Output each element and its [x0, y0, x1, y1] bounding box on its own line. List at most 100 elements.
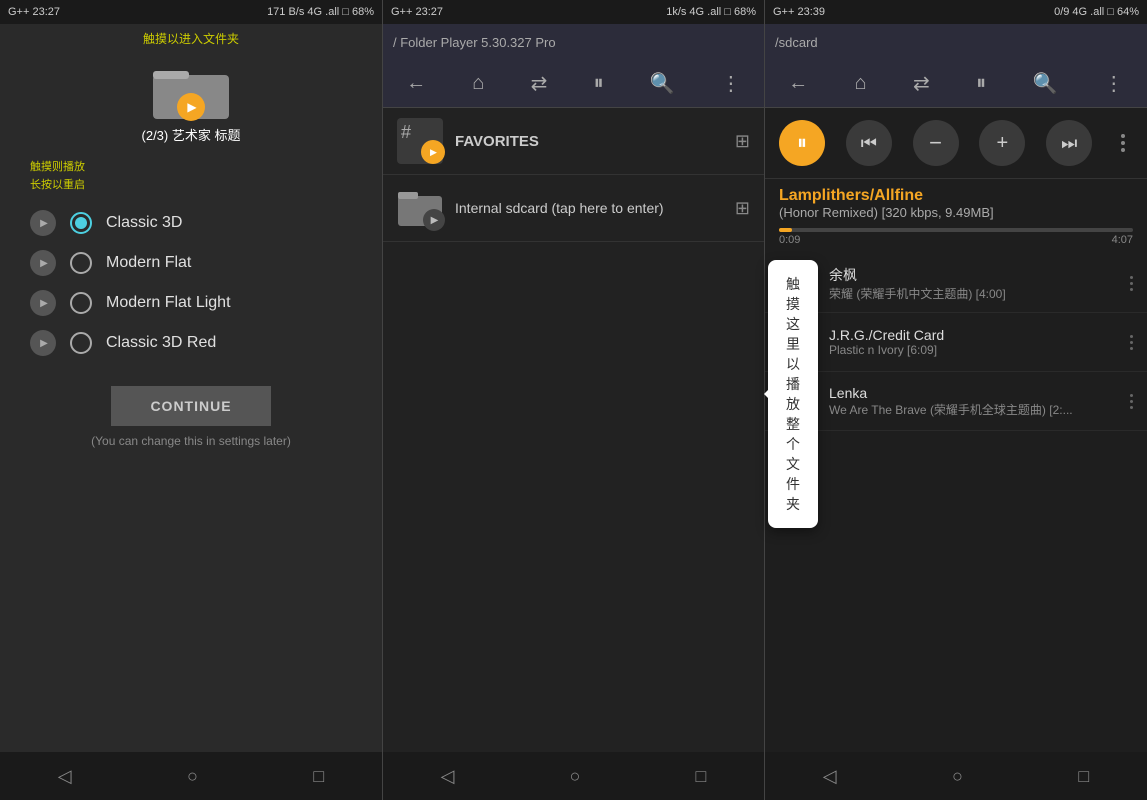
theme-play-modern-flat[interactable] — [30, 250, 56, 276]
back-icon-3[interactable]: ← — [788, 72, 808, 95]
nav-back-icon-1[interactable]: ◁ — [58, 766, 72, 787]
progress-track[interactable] — [779, 228, 1133, 232]
progress-bar-wrap[interactable]: 0:09 4:07 — [765, 224, 1147, 254]
grid-icon[interactable]: ⊞ — [735, 131, 750, 152]
skip-prev-icon: ⏮ — [861, 133, 877, 154]
nav-square-icon-1[interactable]: □ — [313, 766, 324, 787]
sdcard-play-circle[interactable]: ▶ — [423, 209, 445, 231]
favorites-icon: # — [397, 118, 443, 164]
shuffle-icon-2[interactable]: ⇄ — [531, 71, 548, 96]
track-dots-0[interactable] — [1130, 276, 1133, 291]
tooltip-bubble: 触摸这里以播放整个文件夹 — [768, 260, 818, 528]
pause-symbol: ⏸ — [797, 132, 807, 155]
radio-modern-flat-light[interactable] — [70, 292, 92, 314]
theme-item-classic3d[interactable]: Classic 3D — [30, 210, 352, 236]
panel1: G++ 23:27 171 B/s 4G .all □ 68% 触摸以进入文件夹… — [0, 0, 383, 800]
favorites-row[interactable]: # FAVORITES ⊞ — [383, 108, 764, 175]
player-controls: ⏸ ⏮ − + ⏭ — [765, 108, 1147, 179]
track-item-1[interactable]: J.R.G./Credit Card Plastic n Ivory [6:09… — [765, 313, 1147, 372]
titlebar-text-3: /sdcard — [775, 35, 818, 50]
titlebar-text-2: / Folder Player 5.30.327 Pro — [393, 35, 556, 50]
artist-label: (2/3) 艺术家 标题 — [142, 125, 241, 144]
pause-icon-2[interactable]: ⏸ — [594, 72, 604, 95]
theme-name-classic3d-red: Classic 3D Red — [106, 334, 216, 352]
track-title-2: Lenka — [829, 385, 1118, 401]
nav-square-icon-2[interactable]: □ — [696, 766, 707, 787]
panel2: G++ 23:27 1k/s 4G .all □ 68% / Folder Pl… — [383, 0, 765, 800]
continue-button[interactable]: CONTINUE — [111, 386, 271, 426]
minus-icon: − — [929, 130, 942, 156]
theme-name-modern-flat-light: Modern Flat Light — [106, 294, 231, 312]
minus-button[interactable]: − — [913, 120, 959, 166]
track-info-2: Lenka We Are The Brave (荣耀手机全球主题曲) [2:..… — [829, 385, 1118, 418]
favorites-play-btn[interactable] — [421, 140, 445, 164]
nav-square-icon-3[interactable]: □ — [1078, 766, 1089, 787]
nav-back-icon-2[interactable]: ◁ — [441, 766, 455, 787]
status-right-1: 171 B/s 4G .all □ 68% — [267, 6, 374, 18]
theme-item-modern-flat[interactable]: Modern Flat — [30, 250, 352, 276]
plus-icon: + — [997, 132, 1009, 155]
track-subtitle-2: We Are The Brave (荣耀手机全球主题曲) [2:... — [829, 401, 1118, 418]
home-icon-3[interactable]: ⌂ — [855, 72, 867, 95]
track-info-1: J.R.G./Credit Card Plastic n Ivory [6:09… — [829, 327, 1118, 357]
nav-bar-3: ◁ ○ □ — [765, 752, 1147, 800]
hint-restart: 长按以重启 — [30, 176, 85, 192]
folder-icon-area[interactable] — [151, 61, 231, 121]
theme-item-modern-flat-light[interactable]: Modern Flat Light — [30, 290, 352, 316]
plus-button[interactable]: + — [979, 120, 1025, 166]
nav-back-icon-3[interactable]: ◁ — [823, 766, 837, 787]
nav-bar-2: ◁ ○ □ — [383, 752, 764, 800]
hint-row: 触摸则播放 长按以重启 — [0, 158, 382, 192]
theme-item-classic3d-red[interactable]: Classic 3D Red — [30, 330, 352, 356]
search-icon-3[interactable]: 🔍 — [1032, 71, 1057, 96]
theme-play-classic3d-red[interactable] — [30, 330, 56, 356]
nav-home-icon-2[interactable]: ○ — [570, 766, 581, 787]
nav-home-icon-3[interactable]: ○ — [952, 766, 963, 787]
track-dots-2[interactable] — [1130, 394, 1133, 409]
home-icon-2[interactable]: ⌂ — [472, 72, 484, 95]
sdcard-label: Internal sdcard (tap here to enter) — [455, 200, 723, 216]
panel3: G++ 23:39 0/9 4G .all □ 64% /sdcard ← ⌂ … — [765, 0, 1147, 800]
sdcard-folder-icon: ▶ — [397, 185, 443, 231]
pause-icon-3[interactable]: ⏸ — [976, 72, 986, 95]
nav-bar-1: ◁ ○ □ — [0, 752, 382, 800]
status-bar-2: G++ 23:27 1k/s 4G .all □ 68% — [383, 0, 764, 24]
search-icon-2[interactable]: 🔍 — [650, 71, 675, 96]
skip-prev-button[interactable]: ⏮ — [846, 120, 892, 166]
track-title-1: J.R.G./Credit Card — [829, 327, 1118, 343]
play-pause-button[interactable]: ⏸ — [779, 120, 825, 166]
radio-classic3d-red[interactable] — [70, 332, 92, 354]
track-item-0[interactable]: 余枫 荣耀 (荣耀手机中文主题曲) [4:00] — [765, 254, 1147, 313]
theme-play-classic3d[interactable] — [30, 210, 56, 236]
hash-icon: # — [401, 122, 411, 143]
back-icon-2[interactable]: ← — [406, 72, 426, 95]
track-dots-1[interactable] — [1130, 335, 1133, 350]
folder-play-overlay[interactable] — [177, 93, 205, 121]
more-icon-2[interactable]: ⋮ — [721, 71, 741, 96]
skip-next-button[interactable]: ⏭ — [1046, 120, 1092, 166]
toolbar-3: ← ⌂ ⇄ ⏸ 🔍 ⋮ — [765, 60, 1147, 108]
sdcard-row[interactable]: ▶ Internal sdcard (tap here to enter) ⊞ — [383, 175, 764, 242]
np-subtitle: (Honor Remixed) [320 kbps, 9.49MB] — [779, 205, 1133, 220]
status-left-3: G++ 23:39 — [773, 6, 825, 18]
nav-home-icon-1[interactable]: ○ — [187, 766, 198, 787]
track-info-0: 余枫 荣耀 (荣耀手机中文主题曲) [4:00] — [829, 265, 1118, 302]
titlebar-3: /sdcard — [765, 24, 1147, 60]
artist-section: (2/3) 艺术家 标题 — [0, 51, 382, 154]
shuffle-icon-3[interactable]: ⇄ — [913, 71, 930, 96]
time-total: 4:07 — [1112, 234, 1133, 246]
track-subtitle-0: 荣耀 (荣耀手机中文主题曲) [4:00] — [829, 285, 1118, 302]
radio-modern-flat[interactable] — [70, 252, 92, 274]
sdcard-grid-icon[interactable]: ⊞ — [735, 198, 750, 219]
more-options-button[interactable] — [1113, 126, 1133, 160]
theme-name-modern-flat: Modern Flat — [106, 254, 191, 272]
track-item-2[interactable]: Lenka We Are The Brave (荣耀手机全球主题曲) [2:..… — [765, 372, 1147, 431]
titlebar-2: / Folder Player 5.30.327 Pro — [383, 24, 764, 60]
theme-play-modern-flat-light[interactable] — [30, 290, 56, 316]
more-icon-3[interactable]: ⋮ — [1104, 71, 1124, 96]
radio-classic3d[interactable] — [70, 212, 92, 234]
hint-play: 触摸则播放 — [30, 158, 85, 174]
progress-fill — [779, 228, 792, 232]
status-bar-3: G++ 23:39 0/9 4G .all □ 64% — [765, 0, 1147, 24]
enter-folder-hint: 触摸以进入文件夹 — [0, 24, 382, 51]
